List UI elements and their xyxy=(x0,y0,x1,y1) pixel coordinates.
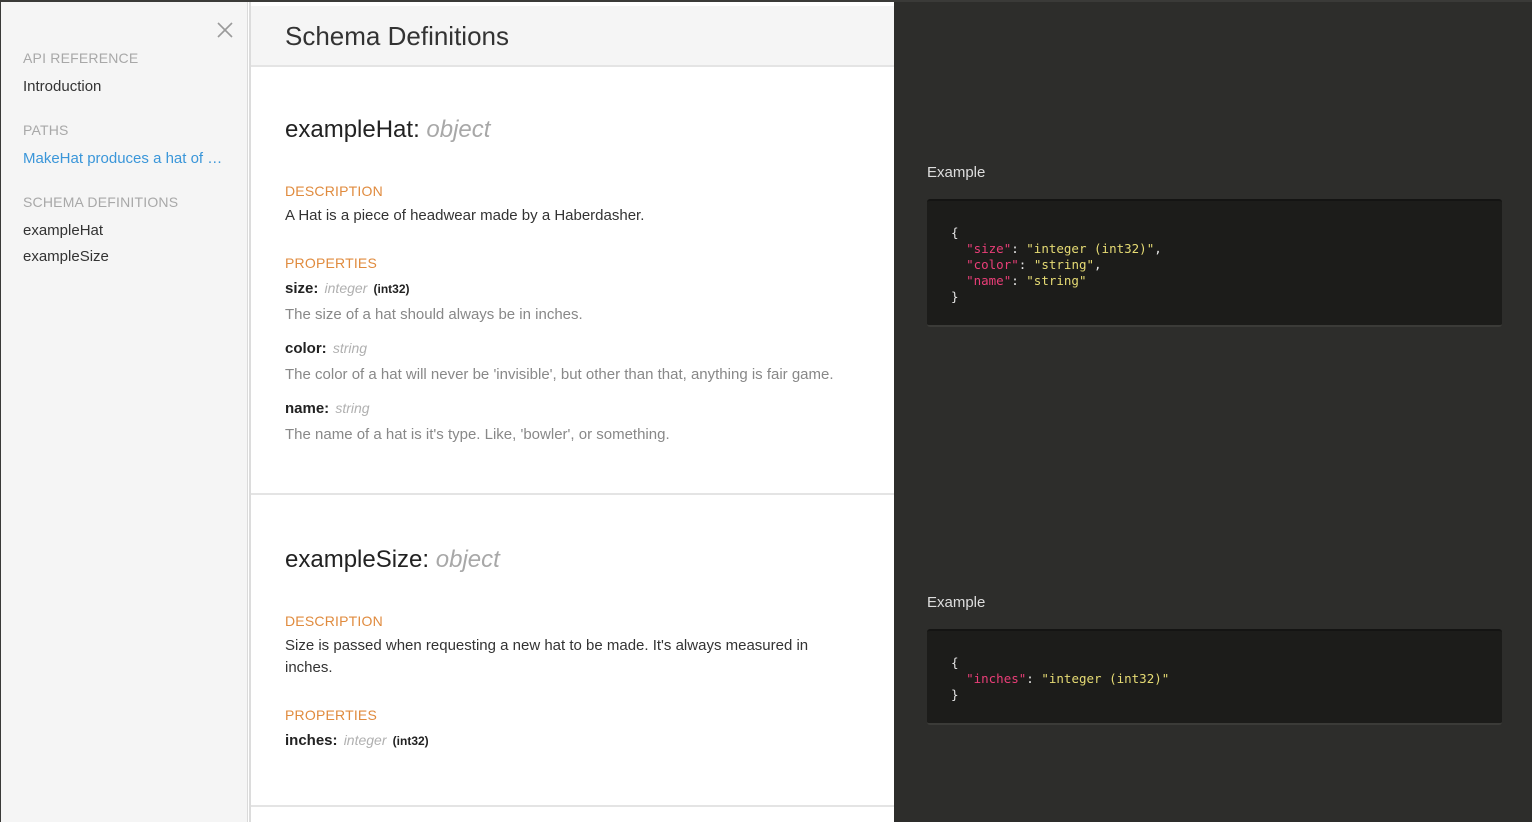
examples-panel: Example { "size": "integer (int32)", "co… xyxy=(894,2,1532,822)
definition-title: exampleHat: object xyxy=(285,116,490,144)
code-value: "integer (int32)" xyxy=(1041,671,1170,686)
code-example-examplehat[interactable]: { "size": "integer (int32)", "color": "s… xyxy=(927,199,1502,327)
properties-label: PROPERTIES xyxy=(285,255,377,271)
code-value: "string" xyxy=(1026,273,1087,288)
definition-name: exampleSize: xyxy=(285,546,430,573)
code-key: "name" xyxy=(966,273,1012,288)
code-line: "size": "integer (int32)", xyxy=(966,241,1162,256)
close-icon[interactable] xyxy=(215,20,235,40)
code-comma: , xyxy=(1094,257,1102,272)
sidebar-item-examplesize[interactable]: exampleSize xyxy=(23,248,233,265)
definition-type: object xyxy=(435,546,500,573)
sidebar-item-examplehat[interactable]: exampleHat xyxy=(23,222,233,239)
sidebar-item-makehat[interactable]: MakeHat produces a hat of … xyxy=(23,150,233,167)
property-type: integer xyxy=(343,732,387,748)
definition-title: exampleSize: object xyxy=(285,546,500,574)
property-name: inches: xyxy=(285,732,338,749)
properties-label: PROPERTIES xyxy=(285,707,377,723)
definition-type: object xyxy=(426,116,491,143)
sidebar-item-introduction[interactable]: Introduction xyxy=(23,78,233,95)
description-label: DESCRIPTION xyxy=(285,613,383,629)
code-key: "inches" xyxy=(966,671,1027,686)
definition-description: A Hat is a piece of headwear made by a H… xyxy=(285,207,645,224)
property-description: The size of a hat should always be in in… xyxy=(285,306,583,323)
property-type: string xyxy=(332,340,368,356)
main-content: Schema Definitions exampleHat: object DE… xyxy=(249,2,894,822)
sidebar: API REFERENCE Introduction PATHS MakeHat… xyxy=(1,2,248,822)
definition-name: exampleHat: xyxy=(285,116,420,143)
property-format: (int32) xyxy=(373,282,410,296)
property-size: size: integer (int32) xyxy=(285,280,410,297)
code-close-brace: } xyxy=(951,687,959,702)
property-name: name: xyxy=(285,400,330,417)
property-name: size: xyxy=(285,280,319,297)
property-description: The name of a hat is it's type. Like, 'b… xyxy=(285,426,670,443)
section-divider xyxy=(251,805,894,807)
code-value: "string" xyxy=(1033,257,1095,272)
code-open-brace: { xyxy=(951,655,959,670)
page-title: Schema Definitions xyxy=(285,21,509,51)
code-close-brace: } xyxy=(951,289,959,304)
code-example-examplesize[interactable]: { "inches": "integer (int32)"} xyxy=(927,629,1502,725)
definition-description: Size is passed when requesting a new hat… xyxy=(285,637,809,676)
property-format: (int32) xyxy=(392,734,429,748)
property-color: color: string xyxy=(285,340,367,357)
example-label: Example xyxy=(927,594,986,611)
code-key: "color" xyxy=(966,257,1019,272)
code-line: "name": "string" xyxy=(966,273,1087,288)
page-header: Schema Definitions xyxy=(251,6,894,67)
code-key: "size" xyxy=(966,241,1012,256)
property-description: The color of a hat will never be 'invisi… xyxy=(285,366,834,383)
sidebar-section-schema-definitions: SCHEMA DEFINITIONS xyxy=(23,194,179,210)
section-divider xyxy=(251,493,894,495)
property-inches: inches: integer (int32) xyxy=(285,732,429,749)
code-line: "color": "string", xyxy=(966,257,1102,272)
description-label: DESCRIPTION xyxy=(285,183,383,199)
property-type: string xyxy=(335,400,370,416)
property-name-field: name: string xyxy=(285,400,370,417)
code-open-brace: { xyxy=(951,225,959,240)
code-line: "inches": "integer (int32)" xyxy=(966,671,1170,686)
sidebar-section-api-reference: API REFERENCE xyxy=(23,50,139,66)
code-comma: , xyxy=(1154,241,1162,256)
property-type: integer xyxy=(324,280,368,296)
code-value: "integer (int32)" xyxy=(1026,241,1155,256)
example-label: Example xyxy=(927,164,986,181)
property-name: color: xyxy=(285,340,327,357)
sidebar-section-paths: PATHS xyxy=(23,122,69,138)
